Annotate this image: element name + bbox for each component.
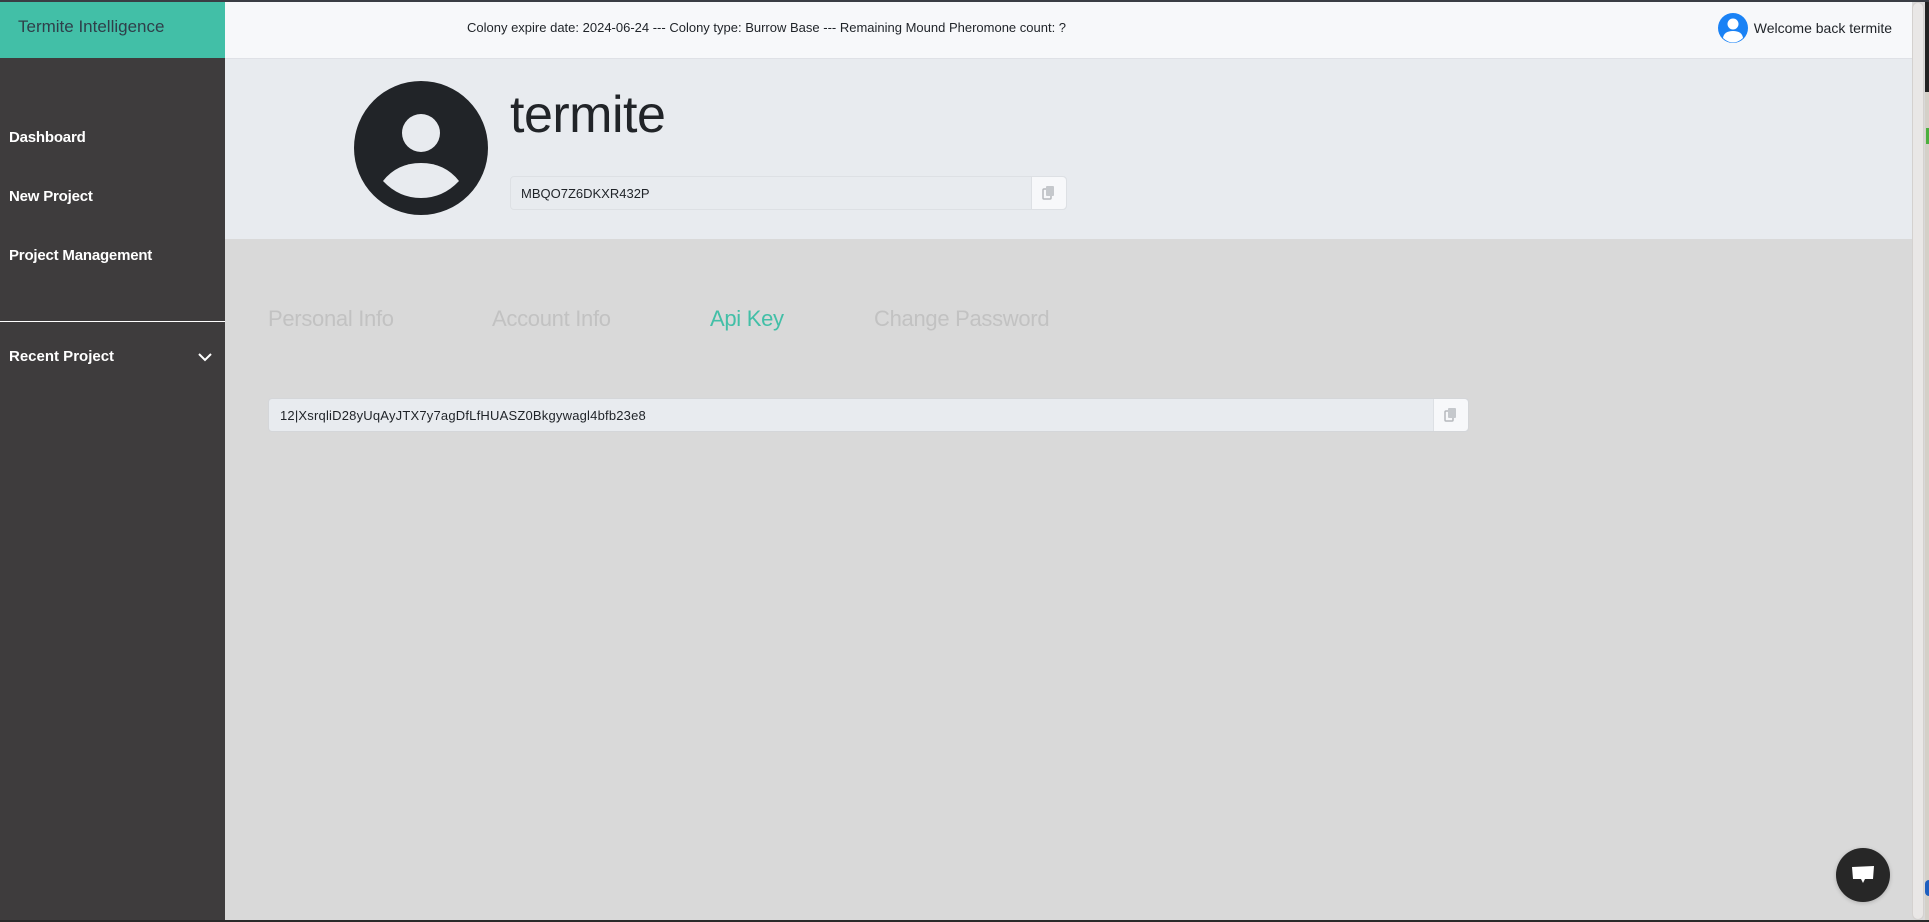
profile-username: termite [510, 86, 666, 144]
user-menu[interactable]: Welcome back termite [1717, 12, 1892, 44]
copy-icon [1042, 186, 1054, 200]
edge-dark-block [1925, 0, 1929, 92]
sidebar: Termite Intelligence Dashboard New Proje… [0, 0, 225, 922]
sidebar-item-new-project[interactable]: New Project [9, 188, 93, 205]
adjacent-window-edge [1925, 0, 1929, 922]
chat-bubble-icon [1852, 866, 1874, 883]
tab-api-key[interactable]: Api Key [710, 306, 784, 332]
api-key-field: 12|XsrqliD28yUqAyJTX7y7agDfLfHUASZ0Bkgyw… [268, 398, 1469, 432]
sidebar-divider [0, 321, 225, 322]
tab-personal-info[interactable]: Personal Info [268, 306, 394, 332]
copy-user-id-button[interactable] [1031, 177, 1066, 209]
tab-account-info[interactable]: Account Info [492, 306, 611, 332]
user-circle-icon [354, 81, 488, 215]
user-id-value[interactable]: MBQO7Z6DKXR432P [511, 177, 1031, 209]
user-id-field: MBQO7Z6DKXR432P [510, 176, 1067, 210]
sidebar-item-dashboard[interactable]: Dashboard [9, 129, 86, 146]
api-key-value[interactable]: 12|XsrqliD28yUqAyJTX7y7agDfLfHUASZ0Bkgyw… [269, 399, 1433, 431]
copy-api-key-button[interactable] [1433, 399, 1468, 431]
vertical-scrollbar[interactable] [1912, 2, 1924, 920]
colony-info: Colony expire date: 2024-06-24 --- Colon… [467, 20, 1067, 35]
recent-project-toggle[interactable]: Recent Project [9, 348, 213, 368]
recent-project-label: Recent Project [9, 348, 115, 365]
tab-change-password[interactable]: Change Password [874, 306, 1050, 332]
sidebar-item-project-management[interactable]: Project Management [9, 247, 152, 264]
user-avatar-icon [1717, 13, 1748, 43]
copy-icon [1444, 408, 1456, 422]
top-header: Colony expire date: 2024-06-24 --- Colon… [225, 2, 1912, 59]
edge-blue-mark [1925, 880, 1929, 896]
brand-logo[interactable]: Termite Intelligence [0, 2, 225, 58]
chat-button[interactable] [1836, 848, 1890, 902]
welcome-text: Welcome back termite [1753, 20, 1892, 36]
window-top-border [0, 0, 1929, 2]
chevron-down-icon [198, 353, 212, 362]
profile-header: termite MBQO7Z6DKXR432P [225, 59, 1912, 239]
